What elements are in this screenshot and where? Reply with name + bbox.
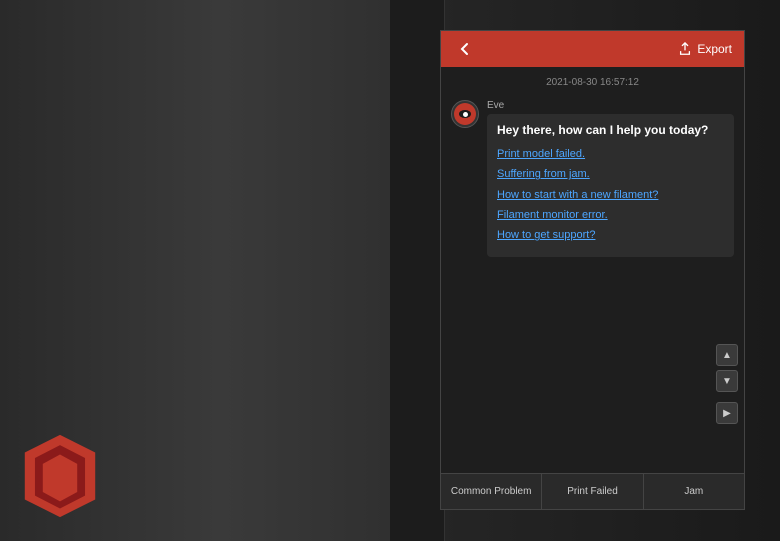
panel-bar (390, 0, 445, 541)
back-icon (458, 42, 472, 56)
scroll-down-icon: ▼ (722, 376, 732, 387)
logo-hex (20, 431, 100, 521)
avatar-eye (459, 110, 471, 118)
avatar (451, 100, 479, 128)
export-icon (678, 42, 692, 56)
link-filament-monitor[interactable]: Filament monitor error. (497, 208, 724, 223)
jam-button[interactable]: Jam (644, 474, 744, 509)
chat-area: 2021-08-30 16:57:12 Eve Hey there, how c… (441, 67, 744, 473)
common-problem-button[interactable]: Common Problem (441, 474, 542, 509)
timestamp: 2021-08-30 16:57:12 (451, 77, 734, 88)
link-print-failed[interactable]: Print model failed. (497, 147, 724, 162)
export-button[interactable]: Export (678, 42, 732, 56)
sender-name: Eve (487, 100, 734, 111)
screen-container: Export 2021-08-30 16:57:12 Eve Hey there… (440, 30, 745, 510)
message-row: Eve Hey there, how can I help you today?… (451, 100, 734, 257)
bottom-toolbar: Common Problem Print Failed Jam (441, 473, 744, 509)
link-get-support[interactable]: How to get support? (497, 228, 724, 243)
avatar-inner (454, 103, 476, 125)
export-label: Export (697, 42, 732, 56)
print-failed-button[interactable]: Print Failed (542, 474, 643, 509)
link-jam[interactable]: Suffering from jam. (497, 167, 724, 182)
scroll-controls: ▲ ▼ ▶ (716, 344, 738, 424)
send-icon: ▶ (723, 408, 731, 419)
link-new-filament[interactable]: How to start with a new filament? (497, 188, 724, 203)
scroll-up-button[interactable]: ▲ (716, 344, 738, 366)
back-button[interactable] (453, 37, 477, 61)
message-text: Hey there, how can I help you today? (497, 122, 724, 139)
scroll-up-icon: ▲ (722, 350, 732, 361)
scroll-down-button[interactable]: ▼ (716, 370, 738, 392)
message-content: Eve Hey there, how can I help you today?… (487, 100, 734, 257)
message-bubble: Hey there, how can I help you today? Pri… (487, 114, 734, 257)
send-button[interactable]: ▶ (716, 402, 738, 424)
avatar-pupil (463, 112, 468, 117)
top-bar: Export (441, 31, 744, 67)
